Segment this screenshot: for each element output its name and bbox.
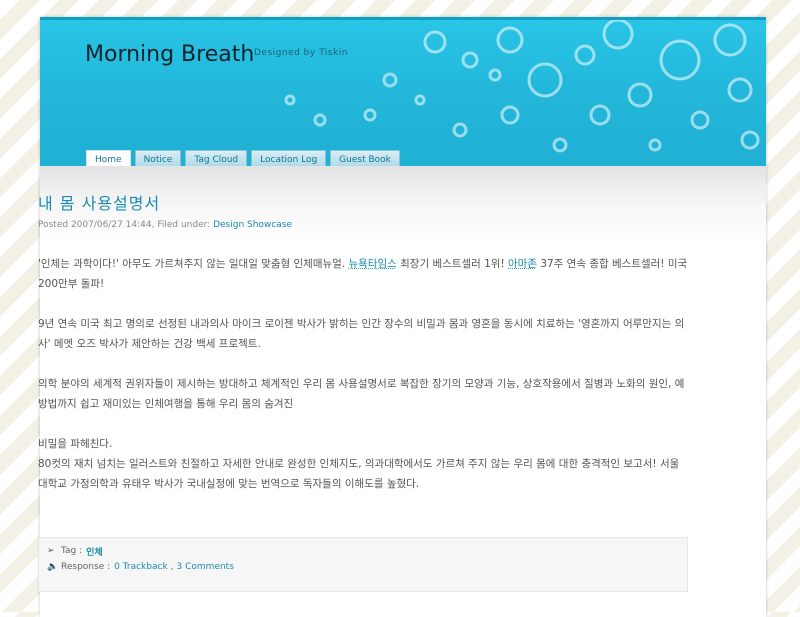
tab-notice[interactable]: Notice — [134, 150, 182, 166]
paragraph-1-text-a: '인체는 과학이다!' 아무도 가르쳐주지 않는 일대일 맞춤형 인체매뉴얼. — [38, 258, 349, 270]
paragraph-3: 의학 분야의 세계적 권위자들이 제시하는 방대하고 체계적인 우리 몸 사용설… — [38, 378, 685, 410]
tab-guest-book[interactable]: Guest Book — [330, 150, 400, 166]
site-header: Morning Breath Designed by Tiskin Home N… — [40, 17, 766, 166]
tag-icon: ➢ — [47, 546, 55, 556]
paragraph-4-line-2: 80컷의 재치 넘치는 일러스트와 친절하고 자세한 안내로 완성한 인체지도,… — [38, 458, 680, 490]
paragraph-1-text-b: 최장기 베스트셀러 1위! — [396, 258, 508, 270]
response-row: 🔈 Response : 0 Trackback , 3 Comments — [47, 559, 679, 575]
site-tagline: Designed by Tiskin — [254, 48, 348, 58]
response-separator: , — [170, 562, 174, 572]
post-title[interactable]: 내 몸 사용설명서 — [38, 190, 688, 214]
tab-location-log[interactable]: Location Log — [251, 150, 327, 166]
tag-label: Tag : — [61, 546, 83, 556]
paragraph-1: '인체는 과학이다!' 아무도 가르쳐주지 않는 일대일 맞춤형 인체매뉴얼. … — [38, 254, 688, 294]
post-date: Posted 2007/06/27 14:44, Filed under: — [38, 220, 211, 230]
paragraph-2: 9년 연속 미국 최고 명의로 선정된 내과의사 마이크 로이젠 박사가 밝히는… — [38, 318, 685, 350]
tag-link[interactable]: 인체 — [86, 545, 103, 558]
response-label: Response : — [61, 562, 111, 572]
speaker-icon: 🔈 — [47, 562, 59, 572]
post-footer: ➢ Tag : 인체 🔈 Response : 0 Trackback , 3 … — [38, 537, 688, 592]
tab-tag-cloud[interactable]: Tag Cloud — [185, 150, 248, 166]
post: 내 몸 사용설명서 Posted 2007/06/27 14:44, Filed… — [38, 190, 688, 514]
main-nav: Home Notice Tag Cloud Location Log Guest… — [86, 150, 400, 166]
trackback-link[interactable]: 0 Trackback — [114, 562, 168, 572]
post-meta: Posted 2007/06/27 14:44, Filed under: De… — [38, 220, 688, 230]
paragraph-4: 비밀을 파헤친다. 80컷의 재치 넘치는 일러스트와 친절하고 자세한 안내로 … — [38, 434, 688, 494]
tab-home[interactable]: Home — [86, 150, 131, 166]
post-category-link[interactable]: Design Showcase — [213, 220, 292, 230]
site-title[interactable]: Morning Breath — [85, 42, 254, 67]
tag-row: ➢ Tag : 인체 — [47, 543, 679, 559]
paragraph-4-line-1: 비밀을 파헤친다. — [38, 438, 113, 450]
amazon-link[interactable]: 아마존 — [508, 258, 537, 270]
nyt-link[interactable]: 뉴욕타임스 — [349, 258, 397, 270]
post-body: '인체는 과학이다!' 아무도 가르쳐주지 않는 일대일 맞춤형 인체매뉴얼. … — [38, 254, 688, 494]
comments-link[interactable]: 3 Comments — [177, 562, 234, 572]
